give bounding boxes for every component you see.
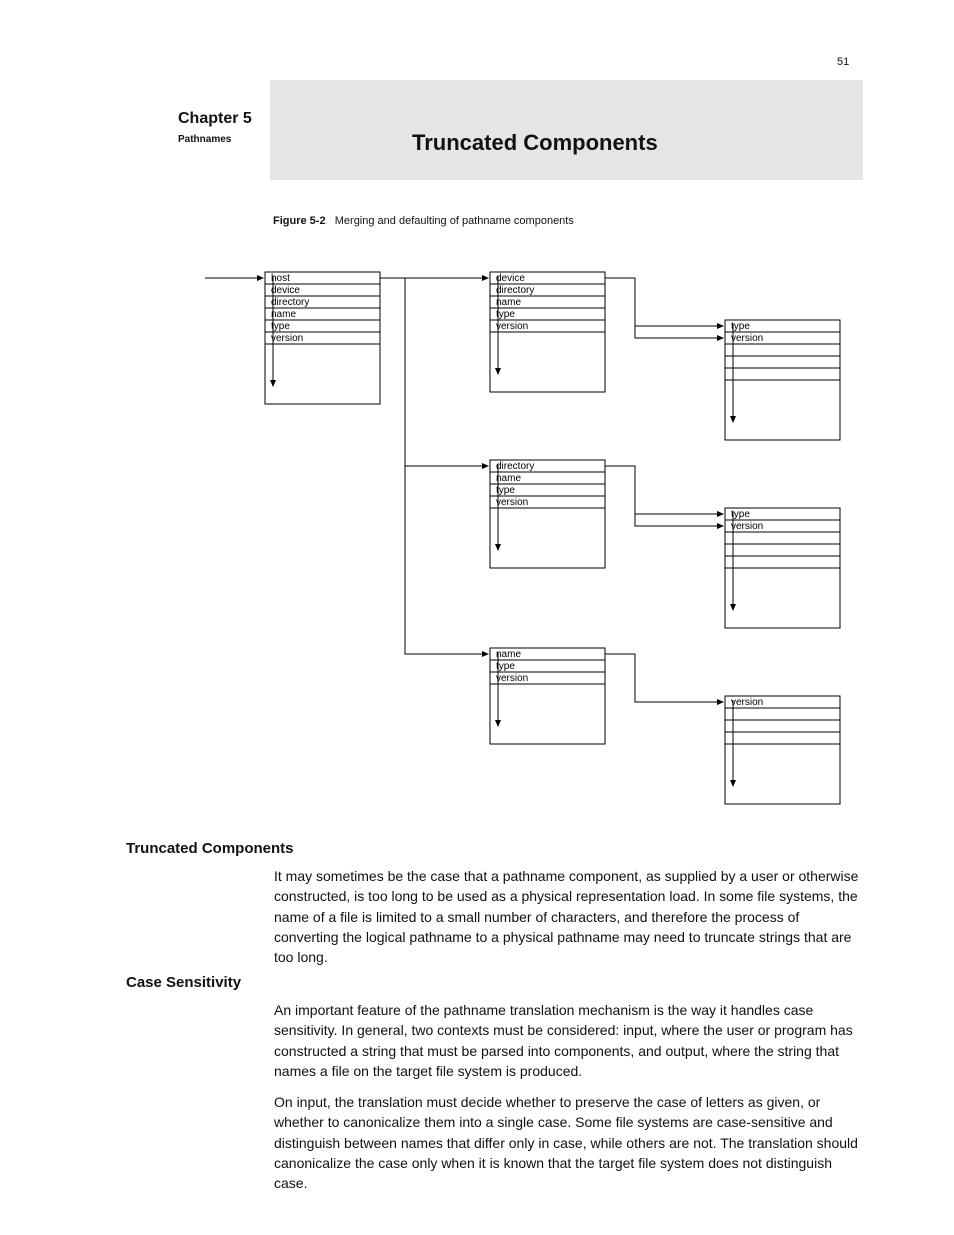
connector — [605, 466, 723, 514]
node-row: version — [496, 321, 528, 332]
node-row: type — [271, 321, 290, 332]
node-nodeC — [725, 696, 840, 804]
node-row: version — [731, 521, 763, 532]
connector — [605, 654, 723, 702]
connector — [605, 278, 723, 326]
node-row: type — [496, 309, 515, 320]
para-case-2: On input, the translation must decide wh… — [274, 1092, 864, 1193]
node-row: directory — [496, 461, 534, 472]
node-row: version — [731, 697, 763, 708]
heading-truncated: Truncated Components — [126, 840, 294, 857]
node-row: name — [271, 309, 296, 320]
node-row: device — [496, 273, 525, 284]
connector — [635, 326, 723, 338]
node-row: version — [731, 333, 763, 344]
node-row: type — [496, 485, 515, 496]
node-row: version — [271, 333, 303, 344]
connector — [635, 514, 723, 526]
para-case-1: An important feature of the pathname tra… — [274, 1000, 864, 1081]
node-row: type — [496, 661, 515, 672]
node-row: version — [496, 497, 528, 508]
node-row: name — [496, 473, 521, 484]
node-row: type — [731, 321, 750, 332]
node-row: directory — [496, 285, 534, 296]
node-row: name — [496, 649, 521, 660]
connector — [405, 278, 488, 466]
pathname-merge-diagram: hostdevicedirectorynametypeversiondevice… — [0, 0, 954, 820]
node-row: version — [496, 673, 528, 684]
heading-case: Case Sensitivity — [126, 974, 241, 991]
node-row: device — [271, 285, 300, 296]
node-row: host — [271, 273, 290, 284]
para-truncated: It may sometimes be the case that a path… — [274, 866, 864, 967]
node-row: type — [731, 509, 750, 520]
node-row: name — [496, 297, 521, 308]
node-row: directory — [271, 297, 309, 308]
